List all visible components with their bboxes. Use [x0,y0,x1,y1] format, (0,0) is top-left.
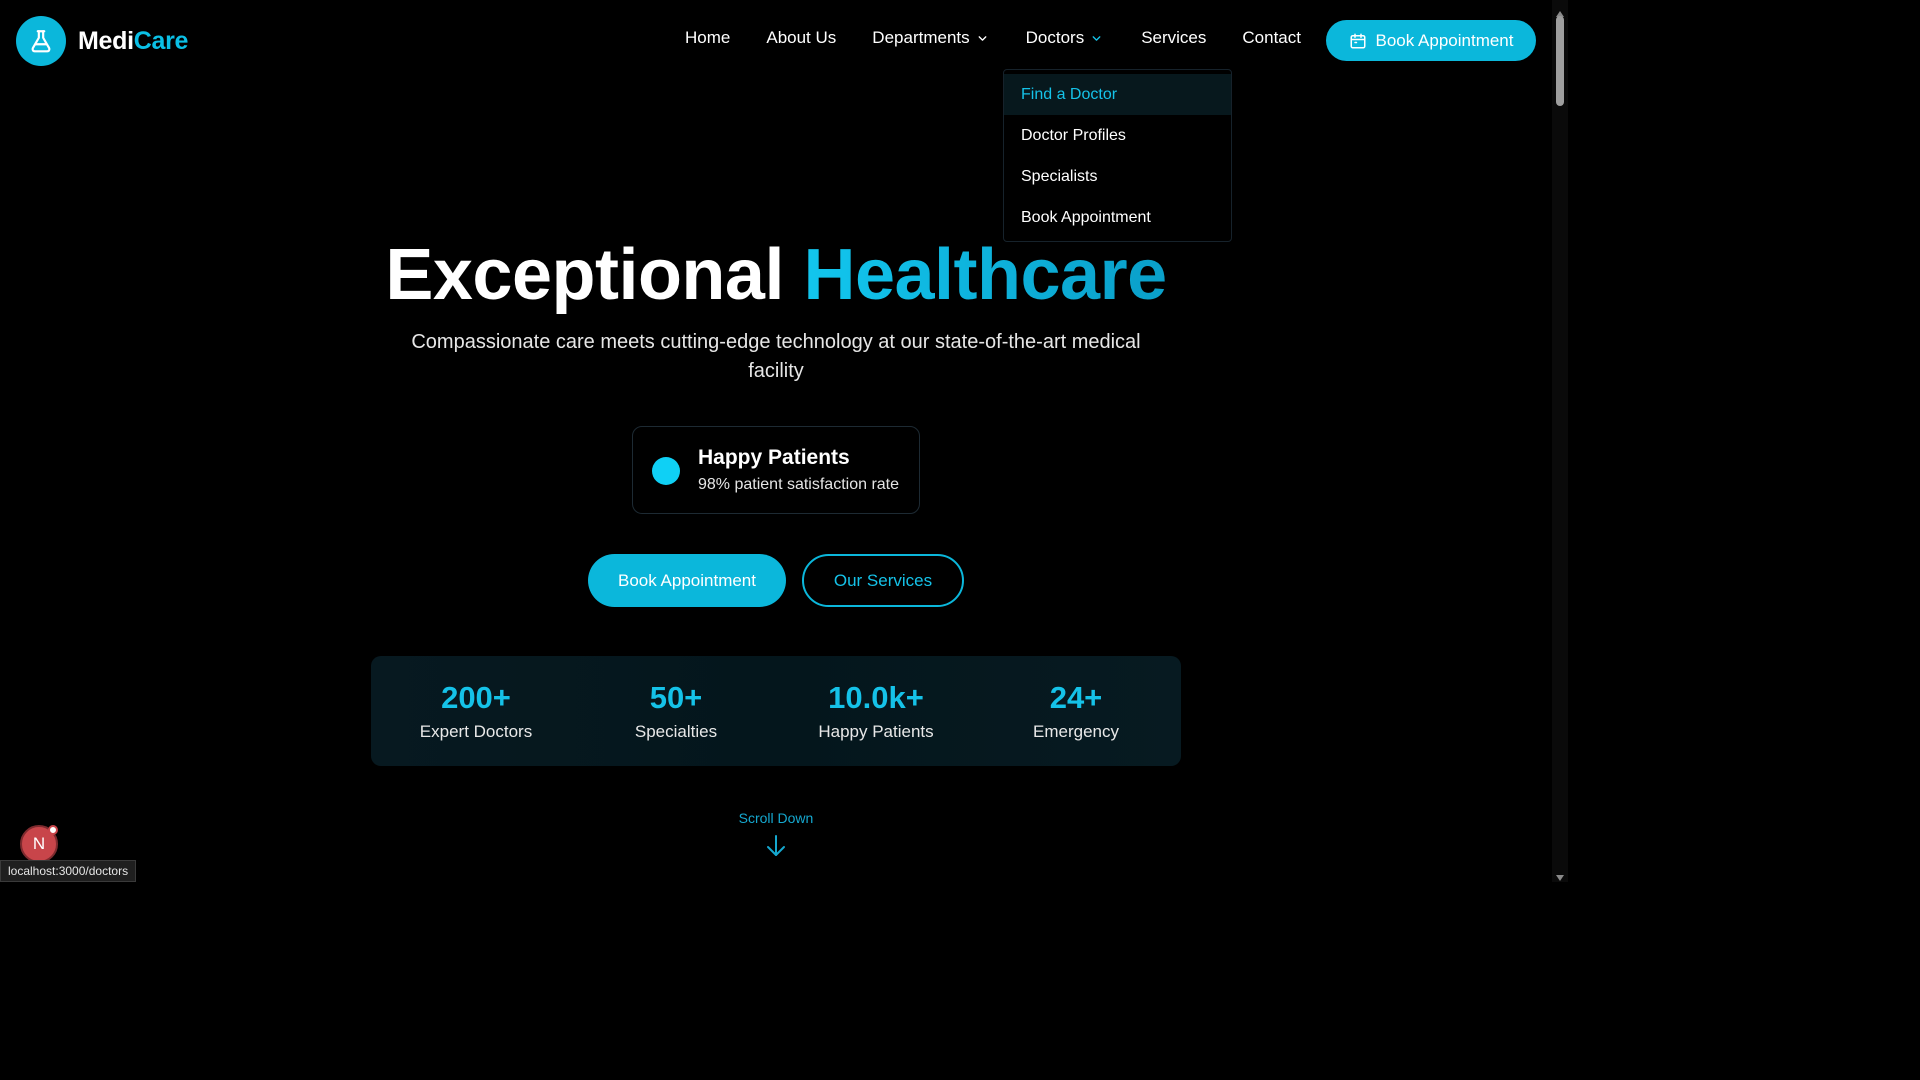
scroll-down-icon[interactable] [1556,868,1564,886]
doctors-dropdown-menu: Find a Doctor Doctor Profiles Specialist… [1003,69,1232,242]
stat-item: 10.0k+ Happy Patients [776,656,976,766]
nav-item-doctors[interactable]: Doctors [1026,28,1104,48]
nav-label: Doctors [1025,28,1085,47]
stat-value: 24+ [1049,680,1103,715]
logo[interactable]: MediCare [16,16,188,66]
stat-value: 50+ [649,680,703,715]
scrollbar-thumb[interactable] [1556,16,1564,106]
stat-label: Expert Doctors [419,722,533,741]
site-header: MediCare Home About Us Departments Docto… [0,0,1552,82]
nav-item-contact[interactable]: Contact [1242,28,1301,48]
hero-title: Exceptional Healthcare [0,232,1552,318]
flask-icon [16,16,66,66]
book-appointment-header-button[interactable]: Book Appointment [1326,20,1536,61]
our-services-button[interactable]: Our Services [802,554,964,607]
stat-item: 200+ Expert Doctors [376,656,576,766]
brand-name: MediCare [78,27,188,56]
button-label: Book Appointment [1375,30,1514,50]
stat-label: Emergency [1033,722,1119,741]
nav-item-home[interactable]: Home [685,28,730,48]
stat-item: 50+ Specialties [576,656,776,766]
page-scrollbar[interactable] [1552,0,1568,882]
main-nav: Home About Us Departments Doctors Servic… [685,28,1301,48]
brand-name-part1: Medi [78,26,134,55]
browser-status-bar: localhost:3000/doctors [0,860,137,882]
chevron-down-icon [976,32,989,45]
page: MediCare Home About Us Departments Docto… [0,0,1568,882]
highlight-card: Happy Patients 98% patient satisfaction … [632,426,920,514]
stat-value: 200+ [441,680,511,715]
highlight-title: Happy Patients [698,446,850,469]
dropdown-item-find-a-doctor[interactable]: Find a Doctor [1004,74,1231,115]
nav-label: Contact [1242,28,1301,47]
dropdown-item-doctor-profiles[interactable]: Doctor Profiles [1004,115,1231,156]
hero-title-part2: Healthcare [803,235,1167,315]
hero-title-part1: Exceptional [385,235,784,315]
highlight-text: 98% patient satisfaction rate [698,476,900,493]
stats-panel: 200+ Expert Doctors 50+ Specialties 10.0… [371,656,1181,766]
status-dot [652,457,680,485]
scroll-down-label[interactable]: Scroll Down [0,810,1552,826]
nav-label: Services [1141,28,1207,47]
stat-label: Happy Patients [818,722,934,741]
dropdown-item-specialists[interactable]: Specialists [1004,156,1231,197]
chevron-down-icon [1090,32,1103,45]
nav-item-departments[interactable]: Departments [872,28,988,48]
stat-item: 24+ Emergency [976,656,1176,766]
hero-subtitle: Compassionate care meets cutting-edge te… [411,331,1141,382]
nav-label: About Us [766,28,837,47]
nav-label: Home [685,28,731,47]
arrow-down-icon[interactable] [765,834,787,863]
brand-name-part2: Care [133,26,189,55]
calendar-icon [1349,32,1367,50]
nav-label: Departments [872,28,970,47]
stat-value: 10.0k+ [828,680,924,715]
stat-label: Specialties [634,722,718,741]
notification-dot [48,825,58,835]
nav-item-about[interactable]: About Us [766,28,836,48]
book-appointment-button[interactable]: Book Appointment [588,554,786,607]
nav-item-services[interactable]: Services [1141,28,1206,48]
